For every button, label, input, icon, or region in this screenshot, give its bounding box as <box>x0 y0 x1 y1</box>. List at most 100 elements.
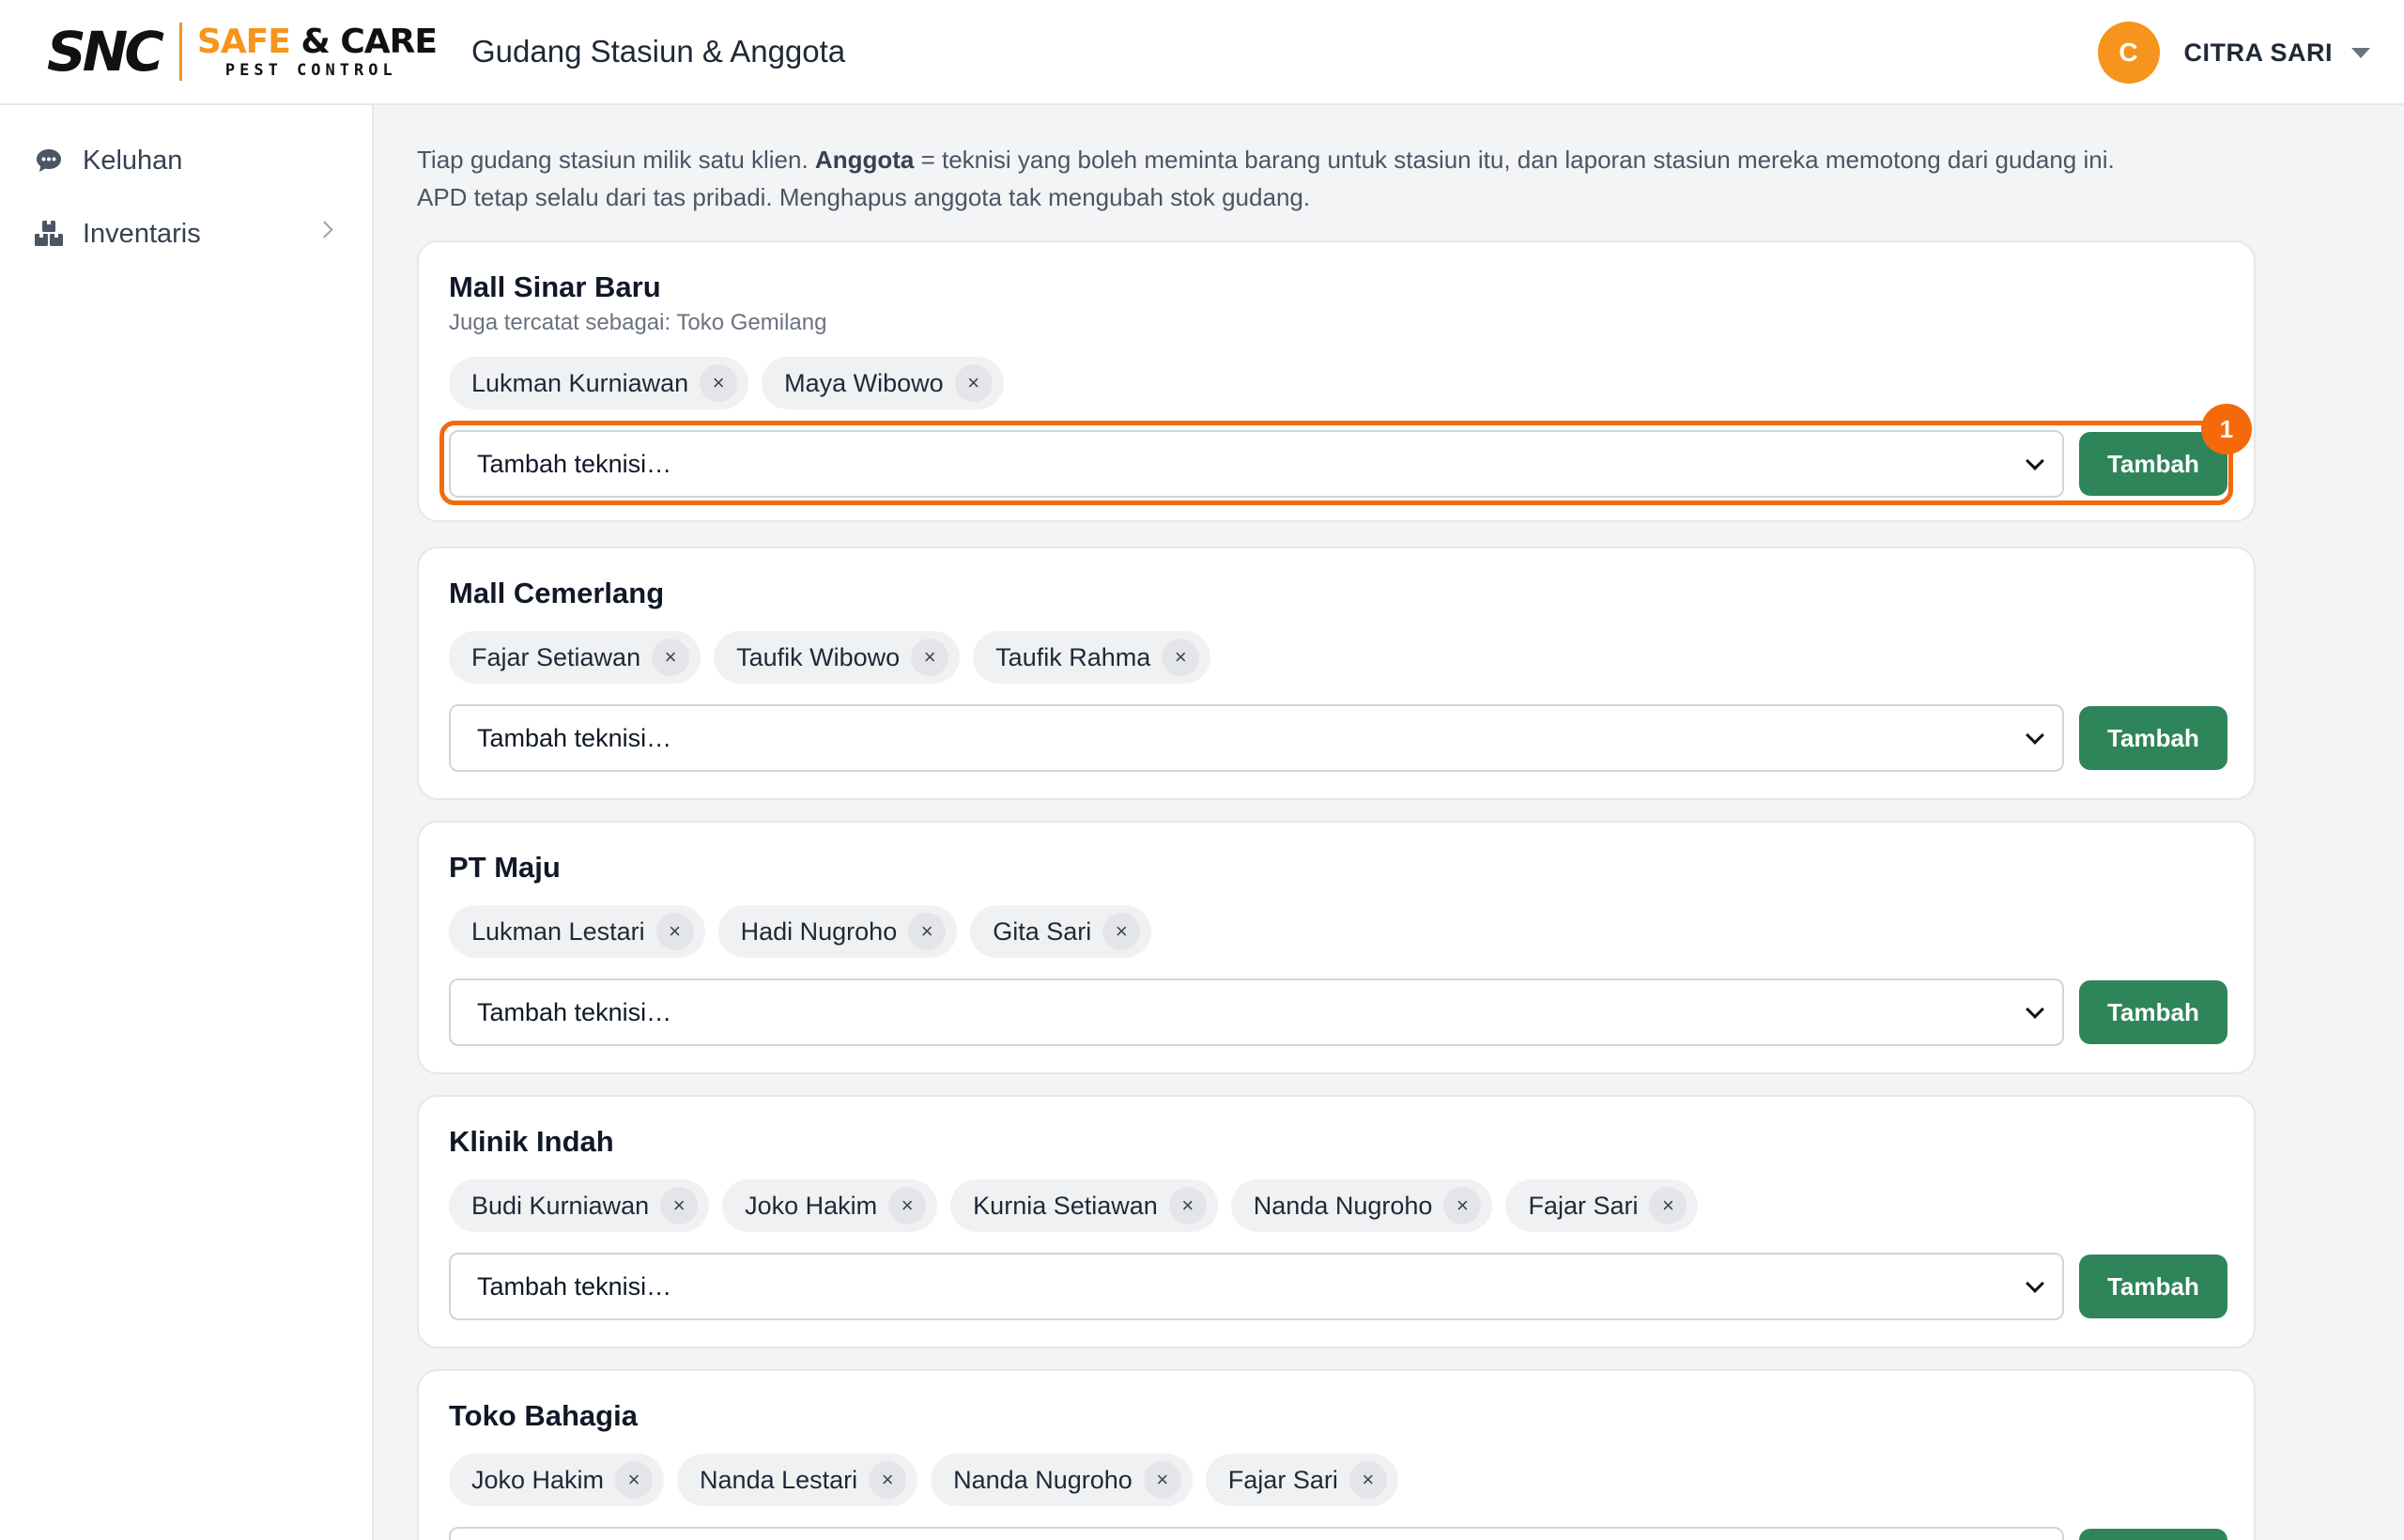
chevron-down-icon <box>2026 1000 2044 1019</box>
focus-highlight <box>439 421 2233 505</box>
remove-member-button[interactable]: × <box>660 1187 699 1224</box>
remove-member-button[interactable]: × <box>655 913 694 950</box>
logo-wordmark: SAFE & CARE PEST CONTROL <box>196 22 438 80</box>
member-name: Fajar Sari <box>1528 1191 1639 1220</box>
member-chip: Maya Wibowo × <box>762 357 1004 409</box>
user-menu[interactable]: C CITRA SARI <box>2097 21 2370 85</box>
technician-select[interactable] <box>449 1527 2064 1540</box>
remove-member-button[interactable]: × <box>1649 1187 1687 1224</box>
add-member-row: Tambah teknisi… Tambah <box>449 704 2227 772</box>
sidebar-item-inventaris[interactable]: Inventaris <box>0 201 372 267</box>
member-list: Fajar Setiawan × Taufik Wibowo × Taufik Ra… <box>449 631 1211 684</box>
station-name: PT Maju <box>449 851 561 884</box>
member-chip: Taufik Rahma × <box>973 631 1211 684</box>
remove-member-button[interactable]: × <box>1143 1461 1181 1499</box>
member-name: Nanda Lestari <box>700 1465 858 1494</box>
remove-member-button[interactable]: × <box>888 1187 927 1224</box>
member-name: Budi Kurniawan <box>471 1191 650 1220</box>
member-chip: Lukman Kurniawan × <box>449 357 749 409</box>
member-name: Lukman Lestari <box>471 916 645 946</box>
member-chip: Lukman Lestari × <box>449 905 705 958</box>
remove-member-button[interactable]: × <box>1102 913 1141 950</box>
add-member-button[interactable]: Tambah <box>2079 1255 2227 1318</box>
station-card: Toko Bahagia Joko Hakim × Nanda Lestari × … <box>417 1369 2256 1540</box>
remove-member-button[interactable]: × <box>869 1461 907 1499</box>
add-member-row: Tambah teknisi… Tambah <box>449 1253 2227 1320</box>
logo-brand-care: CARE <box>340 22 438 61</box>
remove-member-button[interactable]: × <box>615 1461 654 1499</box>
member-name: Kurnia Setiawan <box>973 1191 1158 1220</box>
logo-divider <box>178 23 182 81</box>
chevron-right-icon <box>316 221 333 239</box>
member-name: Nanda Nugroho <box>1253 1191 1433 1220</box>
member-name: Gita Sari <box>993 916 1092 946</box>
select-placeholder: Tambah teknisi… <box>477 1271 672 1301</box>
sidebar-item-keluhan[interactable]: Keluhan <box>0 128 372 193</box>
member-chip: Joko Hakim × <box>449 1454 665 1506</box>
chevron-down-icon <box>2026 1274 2044 1293</box>
member-chip: Hadi Nugroho × <box>717 905 958 958</box>
remove-member-button[interactable]: × <box>1348 1461 1387 1499</box>
remove-member-button[interactable]: × <box>908 913 947 950</box>
chevron-down-icon <box>2026 726 2044 745</box>
technician-select[interactable]: Tambah teknisi… <box>449 978 2064 1046</box>
add-member-button[interactable]: Tambah <box>2079 706 2227 770</box>
chat-icon <box>34 146 64 176</box>
boxes-icon <box>34 219 64 249</box>
member-chip: Joko Hakim × <box>722 1179 938 1232</box>
member-chip: Nanda Nugroho × <box>1230 1179 1493 1232</box>
member-chip: Fajar Setiawan × <box>449 631 701 684</box>
member-chip: Nanda Nugroho × <box>931 1454 1193 1506</box>
member-list: Budi Kurniawan × Joko Hakim × Kurnia Setia… <box>449 1179 1699 1232</box>
remove-member-button[interactable]: × <box>1443 1187 1482 1224</box>
remove-member-button[interactable]: × <box>911 639 949 676</box>
member-chip: Gita Sari × <box>970 905 1152 958</box>
add-member-button[interactable] <box>2079 1529 2227 1540</box>
technician-select[interactable]: Tambah teknisi… <box>449 1253 2064 1320</box>
member-chip: Fajar Sari × <box>1505 1179 1699 1232</box>
logo-brand-safe: SAFE <box>196 22 291 61</box>
member-name: Hadi Nugroho <box>740 916 898 946</box>
brand-logo[interactable]: SNC SAFE & CARE PEST CONTROL <box>47 20 438 84</box>
remove-member-button[interactable]: × <box>700 364 738 402</box>
logo-brand-amp: & <box>300 22 330 61</box>
page-title: Gudang Stasiun & Anggota <box>471 34 846 69</box>
add-member-row: Tambah teknisi… Tambah <box>449 978 2227 1046</box>
station-alias: Juga tercatat sebagai: Toko Gemilang <box>449 310 827 335</box>
member-name: Nanda Nugroho <box>953 1465 1133 1494</box>
caret-down-icon <box>2351 47 2370 58</box>
member-list: Lukman Kurniawan × Maya Wibowo × <box>449 357 1004 409</box>
station-card: Mall Cemerlang Fajar Setiawan × Taufik Wi… <box>417 547 2256 800</box>
logo-tagline: PEST CONTROL <box>224 60 397 80</box>
sidebar-item-label: Keluhan <box>83 145 183 176</box>
remove-member-button[interactable]: × <box>1162 639 1200 676</box>
station-name: Mall Sinar Baru <box>449 270 661 303</box>
intro-part1: Tiap gudang stasiun milik satu klien. <box>417 146 815 174</box>
member-name: Lukman Kurniawan <box>471 368 689 397</box>
intro-text: Tiap gudang stasiun milik satu klien. An… <box>417 141 2295 216</box>
intro-bold: Anggota <box>814 146 915 174</box>
remove-member-button[interactable]: × <box>954 364 993 402</box>
member-name: Maya Wibowo <box>784 368 944 397</box>
remove-member-button[interactable]: × <box>1168 1187 1207 1224</box>
select-placeholder: Tambah teknisi… <box>477 997 672 1026</box>
avatar: C <box>2097 22 2160 84</box>
member-list: Lukman Lestari × Hadi Nugroho × Gita Sari × <box>449 905 1152 958</box>
intro-line2: APD tetap selalu dari tas pribadi. Mengh… <box>417 183 1311 211</box>
member-name: Taufik Wibowo <box>736 642 901 671</box>
member-chip: Budi Kurniawan × <box>449 1179 710 1232</box>
member-name: Joko Hakim <box>745 1191 878 1220</box>
user-name: CITRA SARI <box>2183 38 2333 67</box>
add-member-button[interactable]: Tambah <box>2079 980 2227 1044</box>
sidebar: Keluhan Inventaris <box>0 105 374 1540</box>
technician-select[interactable]: Tambah teknisi… <box>449 704 2064 772</box>
station-card: PT Maju Lukman Lestari × Hadi Nugroho × Gi… <box>417 821 2256 1074</box>
member-list: Joko Hakim × Nanda Lestari × Nanda Nugroho… <box>449 1454 1398 1506</box>
top-header: SNC SAFE & CARE PEST CONTROL Gudang Stas… <box>0 0 2404 105</box>
step-badge: 1 <box>2201 404 2252 454</box>
sidebar-item-label: Inventaris <box>83 218 201 249</box>
member-name: Fajar Sari <box>1227 1465 1338 1494</box>
logo-mark: SNC <box>47 20 164 84</box>
station-name: Klinik Indah <box>449 1125 614 1158</box>
remove-member-button[interactable]: × <box>652 639 690 676</box>
